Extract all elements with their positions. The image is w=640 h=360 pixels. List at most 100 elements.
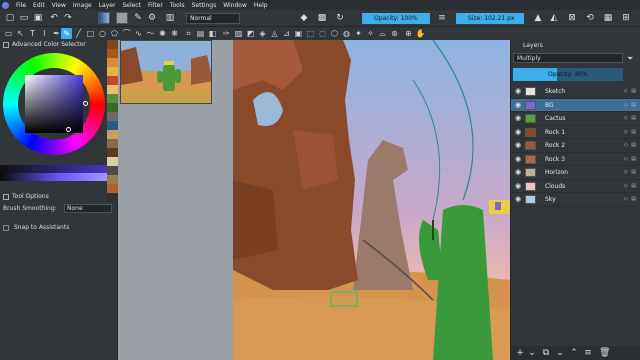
rectangle-tool-icon[interactable]: □ <box>85 28 96 39</box>
mirror-canvas-icon[interactable]: ⊞ <box>620 12 632 24</box>
fill-tool-icon[interactable]: ◧ <box>207 28 218 39</box>
magnetic-select-icon[interactable]: ⊛ <box>389 28 400 39</box>
menu-file[interactable]: File <box>16 2 26 9</box>
menu-image[interactable]: Image <box>73 2 92 9</box>
color-marker[interactable] <box>66 127 71 132</box>
ellipse-tool-icon[interactable]: ○ <box>97 28 108 39</box>
layer-flags-icon[interactable]: ◇ ▤ <box>624 193 637 207</box>
color-history-strip[interactable] <box>0 165 118 173</box>
pattern-selector-icon[interactable] <box>116 12 128 24</box>
move-layer-up-icon[interactable]: ⌃ <box>569 348 579 358</box>
line-tool-icon[interactable]: ╱ <box>73 28 84 39</box>
palette-swatch[interactable] <box>107 193 118 202</box>
menu-edit[interactable]: Edit <box>33 2 45 9</box>
eraser-icon[interactable]: ◆ <box>298 12 310 24</box>
brush-opacity-slider[interactable]: Opacity: 100% <box>362 13 430 24</box>
visibility-eye-icon[interactable]: ◉ <box>515 115 521 122</box>
palette-swatch[interactable] <box>107 58 118 67</box>
palette-swatch[interactable] <box>107 67 118 76</box>
contiguous-select-icon[interactable]: ✦ <box>353 28 364 39</box>
menu-tools[interactable]: Tools <box>170 2 185 9</box>
color-picker-icon[interactable]: ✑ <box>221 28 232 39</box>
polygon-select-icon[interactable]: ⬡ <box>329 28 340 39</box>
colorize-mask-icon[interactable]: ▨ <box>233 28 244 39</box>
layer-properties-icon[interactable]: ≡ <box>583 348 593 358</box>
gradient-selector-icon[interactable] <box>98 12 110 24</box>
menu-layer[interactable]: Layer <box>99 2 116 9</box>
palette-swatch[interactable] <box>107 184 118 193</box>
workspace-icon[interactable]: ▦ <box>602 12 614 24</box>
redo-icon[interactable]: ↷ <box>62 12 74 24</box>
hue-marker[interactable] <box>83 101 88 106</box>
crop-tool-icon[interactable]: ⌗ <box>183 28 194 39</box>
bezier-select-icon[interactable]: ⌓ <box>377 28 388 39</box>
menu-settings[interactable]: Settings <box>192 2 217 9</box>
wrap-around-icon[interactable]: ⊠ <box>566 12 578 24</box>
preserve-alpha-icon[interactable]: ▩ <box>316 12 328 24</box>
dynamic-brush-icon[interactable]: ✺ <box>157 28 168 39</box>
layer-row[interactable]: ◉ Rock 1 ◇ ▤ <box>511 126 640 140</box>
palette-swatch[interactable] <box>107 148 118 157</box>
layer-flags-icon[interactable]: ◇ ▤ <box>624 126 637 140</box>
layer-row[interactable]: ◉ BG ◇ ▤ <box>511 98 640 112</box>
reference-images-icon[interactable]: ▣ <box>293 28 304 39</box>
freehand-path-icon[interactable]: 〜 <box>145 28 156 39</box>
palette-swatch[interactable] <box>107 121 118 130</box>
hue-wheel[interactable] <box>3 53 105 155</box>
move-tool-icon[interactable]: ↖ <box>15 28 26 39</box>
layer-row[interactable]: ◉ Horizon ◇ ▤ <box>511 166 640 180</box>
palette-swatch[interactable] <box>107 112 118 121</box>
snap-checkbox[interactable] <box>3 224 9 231</box>
palette-swatch[interactable] <box>107 40 118 49</box>
fill-bucket-icon[interactable]: ◈ <box>257 28 268 39</box>
visibility-eye-icon[interactable]: ◉ <box>515 142 521 149</box>
palette-swatch[interactable] <box>107 166 118 175</box>
measure-tool-icon[interactable]: ⊿ <box>281 28 292 39</box>
palette-swatch[interactable] <box>107 157 118 166</box>
layer-flags-icon[interactable]: ◇ ▤ <box>624 112 637 126</box>
preset-list-icon[interactable]: ▥ <box>164 12 176 24</box>
similar-select-icon[interactable]: ✧ <box>365 28 376 39</box>
palette-swatch[interactable] <box>107 94 118 103</box>
palette-swatch[interactable] <box>107 85 118 94</box>
dock-float-icon[interactable] <box>3 42 9 48</box>
layer-flags-icon[interactable]: ◇ ▤ <box>624 153 637 167</box>
opacity-lock-icon[interactable]: ≡ <box>436 12 448 24</box>
visibility-eye-icon[interactable]: ◉ <box>515 128 521 136</box>
visibility-eye-icon[interactable]: ◉ <box>515 155 521 163</box>
brush-size-slider[interactable]: Size: 102.21 px <box>456 13 524 24</box>
polygon-tool-icon[interactable]: ⬠ <box>109 28 120 39</box>
mirror-horizontal-icon[interactable]: ▲ <box>532 12 544 24</box>
palette-swatch[interactable] <box>107 49 118 58</box>
layer-row[interactable]: ◉ Clouds ◇ ▤ <box>511 180 640 193</box>
visibility-eye-icon[interactable]: ◉ <box>515 196 521 203</box>
layer-row[interactable]: ◉ Sketch ◇ ▤ <box>511 85 640 99</box>
freehand-select-icon[interactable]: ◍ <box>341 28 352 39</box>
filter-icon[interactable]: ⏷ <box>627 54 633 64</box>
layer-opacity-slider[interactable]: Opacity: 40% <box>513 68 623 81</box>
color-shades-strip[interactable] <box>0 173 118 181</box>
duplicate-layer-icon[interactable]: ⧉ <box>541 348 551 358</box>
rotate-canvas-icon[interactable]: ⟲ <box>584 12 596 24</box>
delete-layer-icon[interactable]: 🗑 <box>599 348 610 358</box>
undo-icon[interactable]: ↶ <box>48 12 60 24</box>
zoom-tool-icon[interactable]: ⊕ <box>403 28 414 39</box>
multibrush-tool-icon[interactable]: ❋ <box>169 28 180 39</box>
palette-swatch[interactable] <box>107 103 118 112</box>
advanced-color-selector[interactable] <box>0 50 117 160</box>
bezier-tool-icon[interactable]: ∿ <box>133 28 144 39</box>
color-palette[interactable] <box>107 40 118 220</box>
palette-swatch[interactable] <box>107 175 118 184</box>
smart-patch-icon[interactable]: ◩ <box>245 28 256 39</box>
layer-flags-icon[interactable]: ◇ ▤ <box>624 85 637 99</box>
transform-tool-icon[interactable]: ▭ <box>3 28 14 39</box>
layer-row[interactable]: ◉ Rock 2 ◇ ▤ <box>511 139 640 153</box>
palette-swatch[interactable] <box>107 139 118 148</box>
layer-flags-icon[interactable]: ◇ ▤ <box>624 139 637 153</box>
add-layer-menu-icon[interactable]: ⌄ <box>527 348 537 358</box>
rect-select-icon[interactable]: ⬚ <box>305 28 316 39</box>
blend-mode-select[interactable]: Normal <box>186 13 240 24</box>
gradient-tool-icon[interactable]: ▤ <box>195 28 206 39</box>
layer-blend-mode-select[interactable]: Multiply <box>513 53 623 63</box>
menu-help[interactable]: Help <box>254 2 268 9</box>
